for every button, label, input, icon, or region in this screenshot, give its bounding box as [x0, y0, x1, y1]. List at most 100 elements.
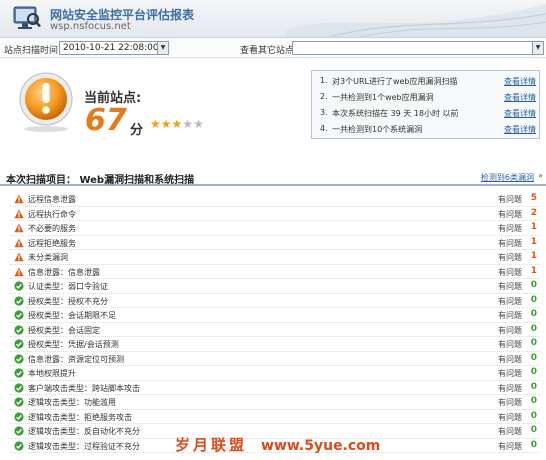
- vulnerability-count: 0: [530, 396, 537, 406]
- vulnerability-row[interactable]: 远程拒绝服务 有问题 1: [10, 236, 540, 250]
- vulnerability-row[interactable]: 逻辑攻击类型：拒绝服务攻击 有问题 0: [10, 410, 540, 424]
- check-circle-icon: [14, 339, 24, 349]
- star-filled-icon: ★: [150, 117, 161, 131]
- vulnerability-row[interactable]: 授权类型：会话期限不足 有问题 0: [10, 308, 540, 323]
- section-title: 本次扫描项目： Web漏洞扫描和系统扫描: [6, 175, 195, 186]
- vulnerability-name: 远程拒绝服务: [28, 238, 76, 248]
- vulnerability-count: 0: [530, 352, 537, 363]
- expand-icon[interactable]: »: [538, 171, 543, 180]
- view-details-link[interactable]: 查看详情: [504, 124, 536, 135]
- vulnerability-row[interactable]: 不必要的服务 有问题 1: [10, 221, 540, 236]
- check-circle-icon: [14, 281, 24, 291]
- summary-text: 对3个URL进行了web应用漏洞扫描: [332, 77, 458, 86]
- vulnerability-count: 0: [530, 425, 537, 435]
- vulnerability-name: 逻辑攻击类型：功能滥用: [28, 398, 116, 407]
- scan-time-select[interactable]: 2010-10-21 22:08:00 ▼: [59, 41, 169, 55]
- summary-text: 一共检测到1个web应用漏洞: [332, 93, 434, 102]
- summary-row: 4. 一共检测到10个系统漏洞 查看详情: [320, 124, 536, 135]
- vulnerability-status: 有问题: [498, 340, 522, 349]
- scan-items-section: 本次扫描项目： Web漏洞扫描和系统扫描 检测到6类漏洞 »: [0, 168, 546, 186]
- vulnerability-count: 1: [530, 265, 537, 276]
- vulnerability-count: 0: [530, 381, 537, 392]
- scan-time-value: 2010-10-21 22:08:00: [63, 43, 159, 53]
- view-details-link[interactable]: 查看详情: [504, 76, 536, 87]
- vulnerability-row[interactable]: 信息泄露：资源定位可预测 有问题 0: [10, 352, 540, 366]
- check-circle-icon: [14, 324, 24, 335]
- view-details-link[interactable]: 查看详情: [504, 92, 536, 103]
- vulnerability-status: 有问题: [498, 369, 522, 378]
- warning-triangle-icon: [14, 267, 24, 276]
- detected-categories-link[interactable]: 检测到6类漏洞: [481, 172, 534, 183]
- scan-time-label: 站点扫描时间: [4, 46, 59, 56]
- vulnerability-count: 0: [530, 338, 537, 348]
- chevron-down-icon[interactable]: ▼: [532, 42, 543, 54]
- vulnerability-name: 授权类型：会话期限不足: [28, 311, 116, 320]
- vulnerability-name: 授权类型：凭据/会话预测: [28, 340, 119, 349]
- score-panel: 当前站点: 67 分 ★★★★★ 1. 对3个URL进行了web应用漏洞扫描 查…: [0, 59, 546, 161]
- vulnerability-count: 0: [530, 280, 537, 290]
- vulnerability-name: 信息泄露：信息泄露: [28, 267, 100, 277]
- vulnerability-name: 授权类型：会话固定: [28, 325, 100, 335]
- vulnerability-status: 有问题: [498, 325, 522, 335]
- vulnerability-status: 有问题: [498, 238, 522, 248]
- other-site-label: 查看其它站点: [240, 46, 295, 56]
- site-watermark: 岁月联盟 www.5yue.com: [175, 436, 381, 454]
- check-circle-icon: [14, 310, 24, 320]
- vulnerability-status: 有问题: [498, 311, 522, 320]
- vulnerability-name: 信息泄露：资源定位可预测: [28, 354, 124, 364]
- report-subtitle: wsp.nsfocus.net: [50, 21, 131, 32]
- vulnerability-list: 远程信息泄露 有问题 5 远程执行命令 有问题 2 不必要的服务 有问题 1 远程拒绝服务 有问题 1…: [10, 192, 540, 453]
- vulnerability-count: 1: [530, 251, 537, 261]
- star-filled-icon: ★: [171, 117, 183, 131]
- vulnerability-row[interactable]: 客户端攻击类型：跨站脚本攻击 有问题 0: [10, 381, 540, 395]
- vulnerability-status: 有问题: [498, 354, 522, 364]
- vulnerability-status: 有问题: [498, 441, 522, 451]
- summary-text: 一共检测到10个系统漏洞: [332, 125, 423, 134]
- vulnerability-status: 有问题: [498, 398, 522, 407]
- vulnerability-count: 0: [530, 294, 537, 305]
- vulnerability-status: 有问题: [498, 296, 522, 306]
- rating-stars: ★★★★★: [150, 117, 204, 131]
- vulnerability-row[interactable]: 逻辑攻击类型：功能滥用 有问题 0: [10, 395, 540, 410]
- vulnerability-status: 有问题: [498, 195, 522, 204]
- view-details-link[interactable]: 查看详情: [504, 108, 536, 119]
- warning-triangle-icon: [14, 194, 24, 204]
- vulnerability-row[interactable]: 授权类型：会话固定 有问题 0: [10, 323, 540, 337]
- vulnerability-row[interactable]: 认证类型：弱口令验证 有问题 0: [10, 279, 540, 294]
- vulnerability-name: 逻辑攻击类型：拒绝服务攻击: [28, 412, 132, 422]
- star-empty-icon: ★: [193, 117, 204, 131]
- report-header: 网站安全监控平台评估报表 wsp.nsfocus.net: [0, 0, 546, 38]
- vulnerability-row[interactable]: 授权类型：授权不充分 有问题 0: [10, 294, 540, 308]
- vulnerability-row[interactable]: 远程信息泄露 有问题 5: [10, 192, 540, 207]
- vulnerability-name: 逻辑攻击类型：过程验证不充分: [28, 441, 140, 451]
- check-circle-icon: [14, 411, 24, 422]
- vulnerability-row[interactable]: 未分类漏洞 有问题 1: [10, 250, 540, 265]
- other-site-select[interactable]: ▼: [292, 41, 544, 55]
- warning-triangle-icon: [14, 209, 24, 218]
- vulnerability-count: 5: [530, 193, 537, 203]
- score-unit: 分: [130, 123, 144, 138]
- vulnerability-status: 有问题: [498, 253, 522, 262]
- vulnerability-name: 不必要的服务: [28, 224, 76, 233]
- summary-row: 2. 一共检测到1个web应用漏洞 查看详情: [320, 92, 536, 103]
- vulnerability-row[interactable]: 授权类型：凭据/会话预测 有问题 0: [10, 337, 540, 352]
- vulnerability-count: 0: [530, 410, 537, 421]
- check-circle-icon: [14, 397, 24, 407]
- chevron-down-icon[interactable]: ▼: [157, 42, 168, 54]
- vulnerability-status: 有问题: [498, 427, 522, 436]
- summary-text: 本次系统扫描在 39 天 18小时 以前: [332, 109, 459, 118]
- vulnerability-name: 未分类漏洞: [28, 253, 68, 262]
- security-score: 67: [85, 103, 127, 138]
- vulnerability-row[interactable]: 信息泄露：信息泄露 有问题 1: [10, 265, 540, 279]
- summary-row: 1. 对3个URL进行了web应用漏洞扫描 查看详情: [320, 76, 536, 87]
- vulnerability-name: 远程执行命令: [28, 209, 76, 219]
- warning-triangle-icon: [14, 223, 24, 233]
- vulnerability-row[interactable]: 远程执行命令 有问题 2: [10, 207, 540, 221]
- check-circle-icon: [14, 295, 24, 306]
- vulnerability-status: 有问题: [498, 282, 522, 291]
- warning-triangle-icon: [14, 252, 24, 262]
- check-circle-icon: [14, 353, 24, 364]
- monitor-magnifier-icon: [13, 6, 41, 29]
- vulnerability-row[interactable]: 本地权限提升 有问题 0: [10, 366, 540, 381]
- vulnerability-count: 0: [530, 367, 537, 377]
